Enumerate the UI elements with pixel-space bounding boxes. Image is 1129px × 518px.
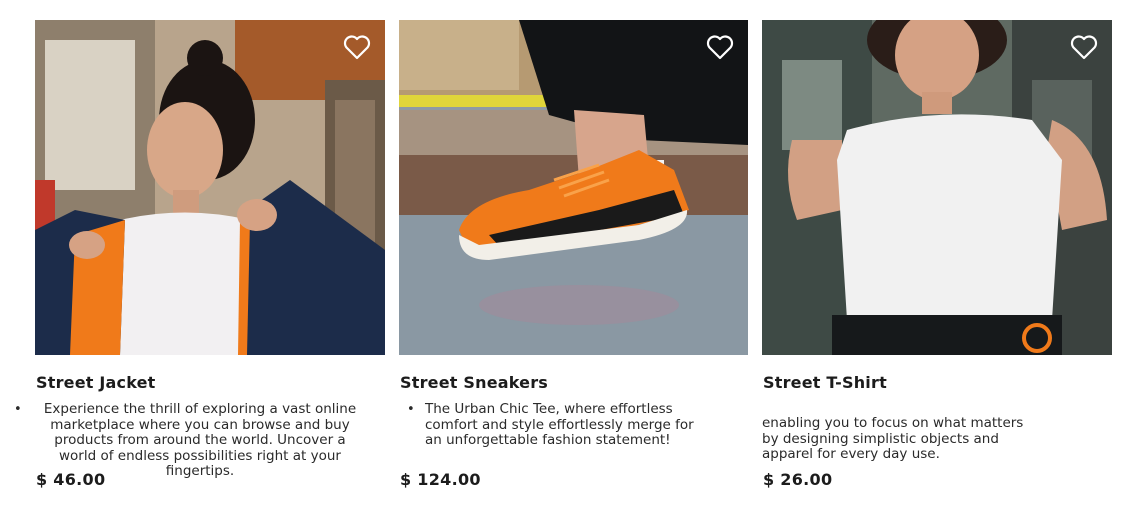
product-description-list: • Experience the thrill of exploring a v… — [14, 401, 385, 480]
photo-woman-white-tshirt — [762, 20, 1112, 355]
product-price: $ 46.00 — [36, 470, 106, 489]
bullet-icon: • — [407, 402, 415, 417]
product-card[interactable]: Street Sneakers • The Urban Chic Tee, wh… — [399, 20, 748, 449]
photo-woman-orange-jacket — [35, 20, 385, 355]
product-description: enabling you to focus on what matters by… — [762, 415, 1024, 462]
product-price: $ 26.00 — [763, 470, 833, 489]
product-description: • Experience the thrill of exploring a v… — [14, 401, 365, 480]
bullet-icon: • — [14, 402, 22, 417]
product-description: • The Urban Chic Tee, where effortless c… — [399, 401, 695, 449]
product-price: $ 124.00 — [400, 470, 481, 489]
product-image[interactable] — [399, 20, 748, 355]
product-image[interactable] — [762, 20, 1112, 355]
product-title[interactable]: Street T-Shirt — [763, 373, 1112, 392]
product-image[interactable] — [35, 20, 385, 355]
product-card[interactable]: Street T-Shirt enabling you to focus on … — [762, 20, 1112, 463]
product-grid: Street Jacket • Experience the thrill of… — [0, 0, 1129, 518]
heart-outline-icon[interactable] — [1070, 34, 1098, 60]
heart-outline-icon[interactable] — [706, 34, 734, 60]
product-description-text: Experience the thrill of exploring a vas… — [43, 401, 357, 479]
product-description-text: The Urban Chic Tee, where effortless com… — [425, 401, 694, 448]
product-card[interactable]: Street Jacket • Experience the thrill of… — [14, 20, 385, 480]
product-description-list: • The Urban Chic Tee, where effortless c… — [399, 401, 748, 449]
product-title[interactable]: Street Sneakers — [400, 373, 748, 392]
heart-outline-icon[interactable] — [343, 34, 371, 60]
product-title[interactable]: Street Jacket — [36, 373, 385, 392]
photo-orange-sneaker — [399, 20, 748, 355]
